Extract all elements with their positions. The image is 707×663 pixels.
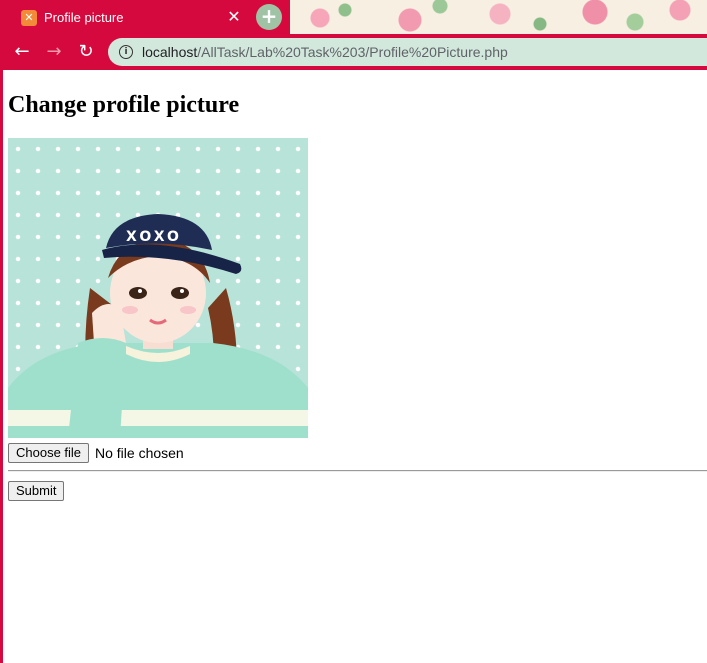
info-icon[interactable]: i [119, 45, 133, 59]
file-status: No file chosen [95, 445, 184, 461]
choose-file-button[interactable]: Choose file [8, 443, 90, 463]
browser-chrome: ✕ Profile picture ✕ + ← → ↻ i localhost/… [0, 0, 707, 70]
tab-strip: ✕ Profile picture ✕ + [0, 0, 707, 34]
profile-illustration: XOXO [8, 214, 308, 438]
forward-button[interactable]: → [42, 40, 66, 64]
url-path: /AllTask/Lab%20Task%203/Profile%20Pictur… [197, 44, 508, 60]
address-bar[interactable]: i localhost/AllTask/Lab%20Task%203/Profi… [108, 38, 707, 66]
url-host: localhost [142, 44, 198, 60]
reload-button[interactable]: ↻ [74, 40, 98, 64]
divider [8, 470, 707, 472]
profile-picture: XOXO [8, 138, 308, 438]
window-border [0, 70, 3, 663]
browser-toolbar: ← → ↻ i localhost/AllTask/Lab%20Task%203… [0, 34, 707, 70]
page-title: Change profile picture [8, 92, 240, 118]
cap-text: XOXO [126, 229, 182, 245]
submit-button[interactable]: Submit [8, 481, 65, 501]
back-button[interactable]: ← [10, 40, 34, 64]
close-icon[interactable]: ✕ [225, 8, 243, 26]
tab-title: Profile picture [44, 10, 124, 25]
xampp-icon: ✕ [21, 10, 37, 26]
browser-tab[interactable]: ✕ Profile picture ✕ [8, 3, 246, 34]
new-tab-button[interactable]: + [256, 4, 282, 30]
theme-floral-background [290, 0, 707, 34]
address-url: localhost/AllTask/Lab%20Task%203/Profile… [142, 44, 508, 60]
